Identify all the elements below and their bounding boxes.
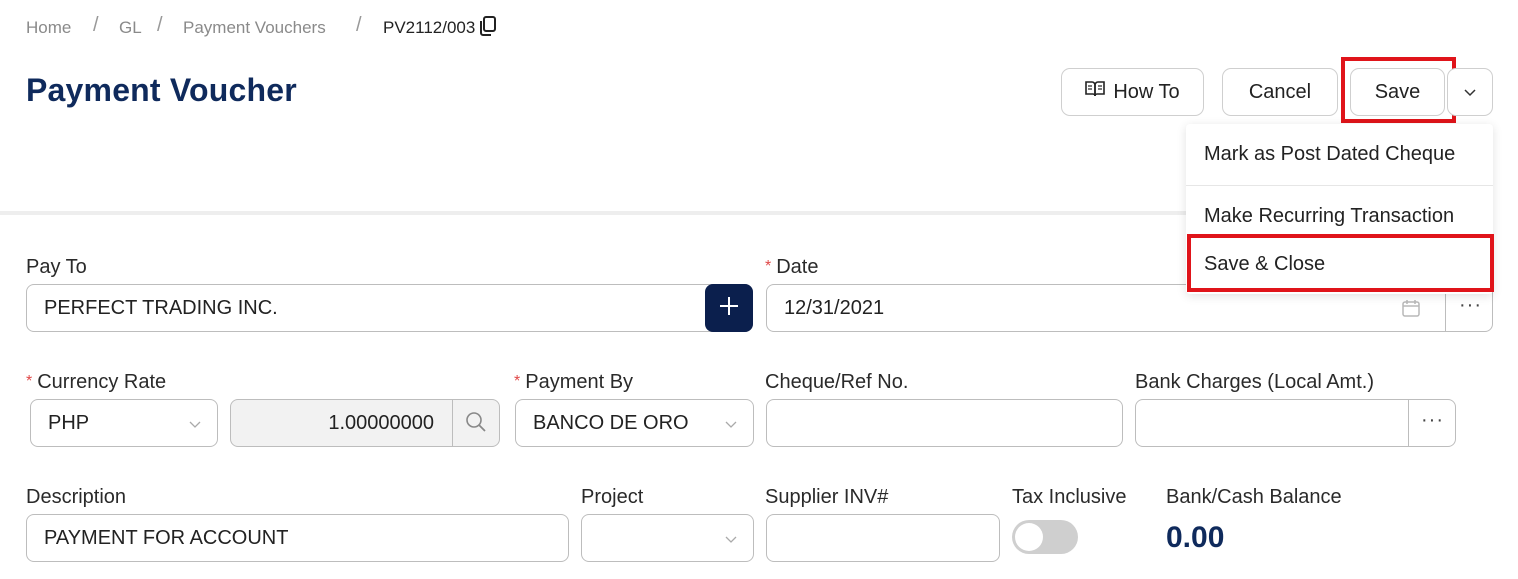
more-icon[interactable]: ··· — [1421, 409, 1444, 432]
bank-cash-balance-label: Bank/Cash Balance — [1166, 486, 1342, 508]
breadcrumb-home[interactable]: Home — [26, 18, 71, 38]
chevron-down-icon — [725, 413, 737, 428]
payment-by-select[interactable]: BANCO DE ORO — [515, 399, 754, 447]
menu-item-post-dated-cheque[interactable]: Mark as Post Dated Cheque — [1204, 143, 1455, 166]
breadcrumb-payment-vouchers[interactable]: Payment Vouchers — [183, 18, 326, 38]
required-asterisk: * — [26, 373, 33, 390]
bank-cash-balance-value: 0.00 — [1166, 521, 1225, 554]
more-icon[interactable]: ··· — [1459, 294, 1482, 317]
exchange-rate-value: 1.00000000 — [328, 411, 434, 434]
currency-rate-label: * Currency Rate — [26, 371, 166, 394]
payment-by-label: * Payment By — [514, 371, 633, 394]
cheque-ref-input[interactable] — [766, 399, 1123, 447]
payment-by-value: BANCO DE ORO — [533, 411, 689, 434]
cheque-ref-label: Cheque/Ref No. — [765, 371, 909, 393]
chevron-down-icon — [725, 528, 737, 543]
breadcrumb-separator: / — [93, 14, 99, 36]
supplier-inv-input[interactable] — [766, 514, 1000, 562]
save-and-close-highlight — [1187, 234, 1494, 292]
how-to-button[interactable]: How To — [1061, 68, 1204, 116]
currency-select[interactable]: PHP — [30, 399, 218, 447]
divider — [1408, 400, 1409, 446]
project-label: Project — [581, 486, 644, 508]
menu-divider — [1186, 185, 1493, 186]
description-input[interactable]: PAYMENT FOR ACCOUNT — [26, 514, 569, 562]
breadcrumb-gl[interactable]: GL — [119, 18, 142, 38]
toggle-knob — [1015, 523, 1043, 551]
page-title: Payment Voucher — [26, 72, 297, 108]
add-supplier-button[interactable] — [705, 284, 753, 332]
description-label: Description — [26, 486, 127, 508]
save-options-dropdown-button[interactable] — [1447, 68, 1493, 116]
how-to-label: How To — [1113, 80, 1180, 103]
payment-by-label-text: Payment By — [525, 371, 634, 393]
chevron-down-icon — [189, 413, 201, 428]
pay-to-label: Pay To — [26, 256, 87, 278]
required-asterisk: * — [514, 373, 521, 390]
breadcrumb-current: PV2112/003 — [383, 18, 476, 37]
date-value: 12/31/2021 — [784, 296, 885, 319]
chevron-down-icon — [1463, 81, 1477, 104]
breadcrumb-separator: / — [356, 14, 362, 36]
bank-charges-input[interactable]: ··· — [1135, 399, 1456, 447]
save-button-highlight — [1341, 57, 1456, 123]
tax-inclusive-toggle[interactable] — [1012, 520, 1078, 554]
date-label: * Date — [765, 256, 818, 279]
search-icon[interactable] — [465, 411, 487, 439]
currency-rate-label-text: Currency Rate — [37, 371, 167, 393]
copy-icon[interactable] — [479, 16, 497, 36]
menu-item-recurring-transaction[interactable]: Make Recurring Transaction — [1204, 205, 1454, 228]
breadcrumb-separator: / — [157, 14, 163, 36]
book-icon — [1085, 80, 1106, 104]
divider — [452, 400, 453, 446]
pay-to-value: PERFECT TRADING INC. — [44, 296, 278, 319]
description-value: PAYMENT FOR ACCOUNT — [44, 526, 289, 549]
pay-to-field[interactable]: PERFECT TRADING INC. — [26, 284, 753, 332]
project-select[interactable] — [581, 514, 754, 562]
supplier-inv-label: Supplier INV# — [765, 486, 889, 508]
required-asterisk: * — [765, 258, 772, 275]
date-label-text: Date — [776, 256, 819, 278]
cancel-button[interactable]: Cancel — [1222, 68, 1338, 116]
currency-value: PHP — [48, 411, 90, 434]
calendar-icon[interactable] — [1401, 298, 1421, 324]
bank-charges-label: Bank Charges (Local Amt.) — [1135, 371, 1374, 393]
section-divider — [0, 211, 1186, 215]
plus-icon — [719, 296, 739, 321]
exchange-rate-field[interactable]: 1.00000000 — [230, 399, 500, 447]
tax-inclusive-label: Tax Inclusive — [1012, 486, 1127, 508]
